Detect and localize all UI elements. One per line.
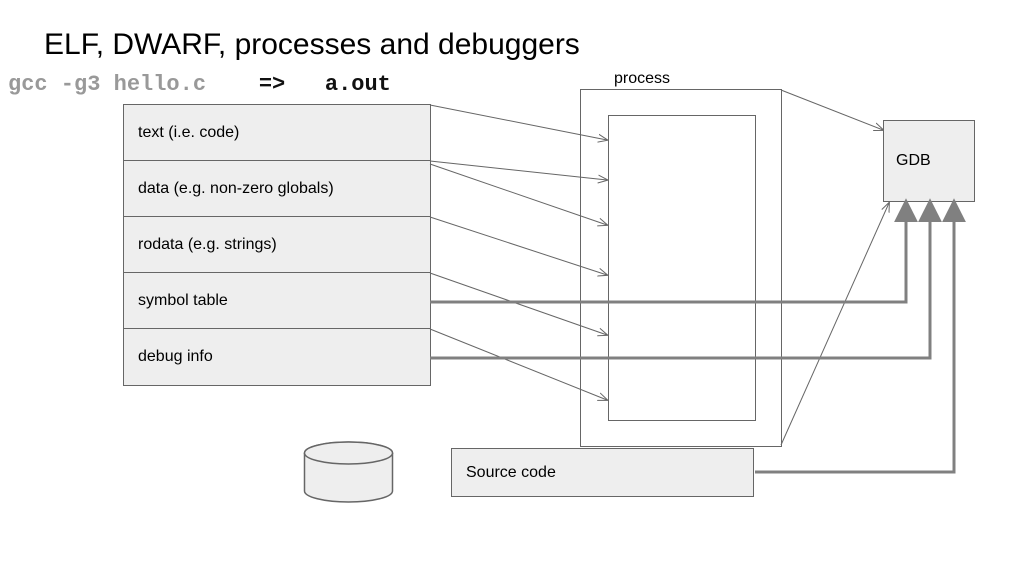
compile-command: gcc -g3 hello.c => a.out <box>8 72 391 97</box>
elf-sections-stack: text (i.e. code) data (e.g. non-zero glo… <box>123 104 431 386</box>
diagram-stage: ELF, DWARF, processes and debuggers gcc … <box>0 0 1024 576</box>
cmd-output: a.out <box>325 72 391 97</box>
page-title: ELF, DWARF, processes and debuggers <box>44 28 580 62</box>
section-debug-info: debug info <box>124 329 430 385</box>
section-text: text (i.e. code) <box>124 105 430 161</box>
gdb-box: GDB <box>883 120 975 202</box>
section-symbol-table: symbol table <box>124 273 430 329</box>
process-box-outer <box>580 89 782 447</box>
disk-icon <box>302 441 395 503</box>
section-data: data (e.g. non-zero globals) <box>124 161 430 217</box>
process-box-inner <box>608 115 756 421</box>
cmd-arrow: => <box>259 72 285 97</box>
source-code-box: Source code <box>451 448 754 497</box>
cmd-input: gcc -g3 hello.c <box>8 72 206 97</box>
process-label: process <box>614 70 670 88</box>
section-rodata: rodata (e.g. strings) <box>124 217 430 273</box>
